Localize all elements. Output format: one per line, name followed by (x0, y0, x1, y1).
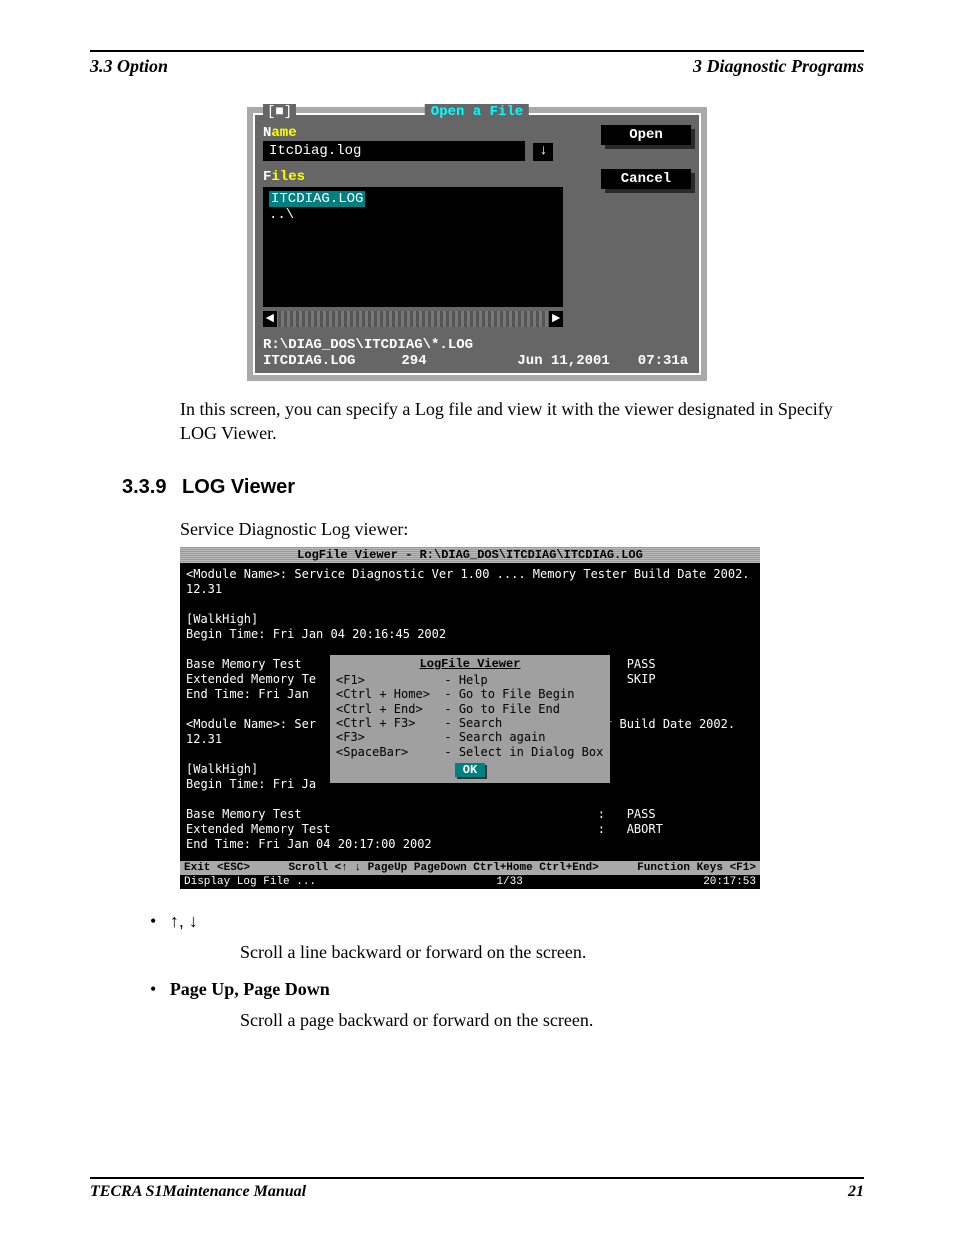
bullet-desc: Scroll a page backward or forward on the… (240, 1010, 864, 1031)
section-number: 3.3.9 (122, 476, 166, 498)
name-label: Name (263, 125, 587, 141)
list-item: • ↑, ↓ Scroll a line backward or forward… (150, 911, 864, 963)
popup-body: <F1> - Help <Ctrl + Home> - Go to File B… (336, 673, 604, 759)
paragraph: In this screen, you can specify a Log fi… (180, 397, 864, 446)
page-header: 3.3 Option 3 Diagnostic Programs (90, 56, 864, 77)
list-item: • Page Up, Page Down Scroll a page backw… (150, 979, 864, 1031)
name-input[interactable]: ItcDiag.log (263, 141, 525, 161)
status-msg: Display Log File ... (184, 876, 316, 888)
open-button[interactable]: Open (601, 125, 691, 145)
help-popup: LogFile Viewer <F1> - Help <Ctrl + Home>… (330, 655, 610, 783)
files-listbox[interactable]: ITCDIAG.LOG ..\ (263, 187, 563, 307)
footer-left: TECRA S1Maintenance Manual (90, 1183, 306, 1201)
section-heading: 3.3.9 LOG Viewer (122, 476, 864, 499)
viewer-status-bar: Display Log File ... 1/33 20:17:53 (180, 875, 760, 889)
history-dropdown-icon[interactable]: ↓ (533, 143, 553, 161)
bullet-label: ↑, ↓ (170, 911, 198, 931)
close-icon[interactable]: [■] (263, 104, 296, 120)
footer-right: 21 (848, 1183, 864, 1201)
status-size: 294 (401, 353, 461, 369)
section-title: LOG Viewer (182, 476, 295, 498)
fn-exit: Exit <ESC> (184, 862, 250, 874)
page-footer: TECRA S1Maintenance Manual 21 (90, 1183, 864, 1201)
popup-title: LogFile Viewer (336, 657, 604, 671)
logfile-viewer-screenshot: LogFile Viewer - R:\DIAG_DOS\ITCDIAG\ITC… (180, 547, 760, 889)
status-file: ITCDIAG.LOG (263, 353, 393, 369)
header-left: 3.3 Option (90, 56, 168, 77)
ok-button[interactable]: OK (455, 763, 485, 777)
header-right: 3 Diagnostic Programs (693, 56, 864, 77)
dialog-status-bar: R:\DIAG_DOS\ITCDIAG\*.LOG ITCDIAG.LOG 29… (261, 333, 693, 373)
bullet-desc: Scroll a line backward or forward on the… (240, 942, 864, 963)
bottom-rule (90, 1177, 864, 1179)
bullet-list: • ↑, ↓ Scroll a line backward or forward… (150, 911, 864, 1031)
status-path: R:\DIAG_DOS\ITCDIAG\*.LOG (263, 337, 691, 353)
function-key-bar: Exit <ESC> Scroll <↑ ↓ PageUp PageDown C… (180, 861, 760, 875)
cancel-button[interactable]: Cancel (601, 169, 691, 189)
paragraph: Service Diagnostic Log viewer: (180, 517, 864, 541)
top-rule (90, 50, 864, 52)
dialog-title: Open a File (425, 104, 529, 120)
horizontal-scrollbar[interactable] (263, 311, 563, 327)
status-page: 1/33 (496, 876, 522, 888)
status-date: Jun 11,2001 (470, 353, 610, 369)
bullet-label: Page Up, Page Down (170, 979, 330, 999)
viewer-titlebar: LogFile Viewer - R:\DIAG_DOS\ITCDIAG\ITC… (180, 547, 760, 563)
list-item-selected[interactable]: ITCDIAG.LOG (269, 191, 365, 207)
fn-scroll: Scroll <↑ ↓ PageUp PageDown Ctrl+Home Ct… (288, 862, 598, 874)
list-item[interactable]: ..\ (269, 207, 557, 223)
status-time: 07:31a (618, 353, 688, 369)
files-label: Files (263, 169, 587, 185)
fn-keys: Function Keys <F1> (637, 862, 756, 874)
open-file-dialog-screenshot: [■] Open a File Name ItcDiag.log ↓ Open (247, 107, 707, 381)
status-time: 20:17:53 (703, 876, 756, 888)
